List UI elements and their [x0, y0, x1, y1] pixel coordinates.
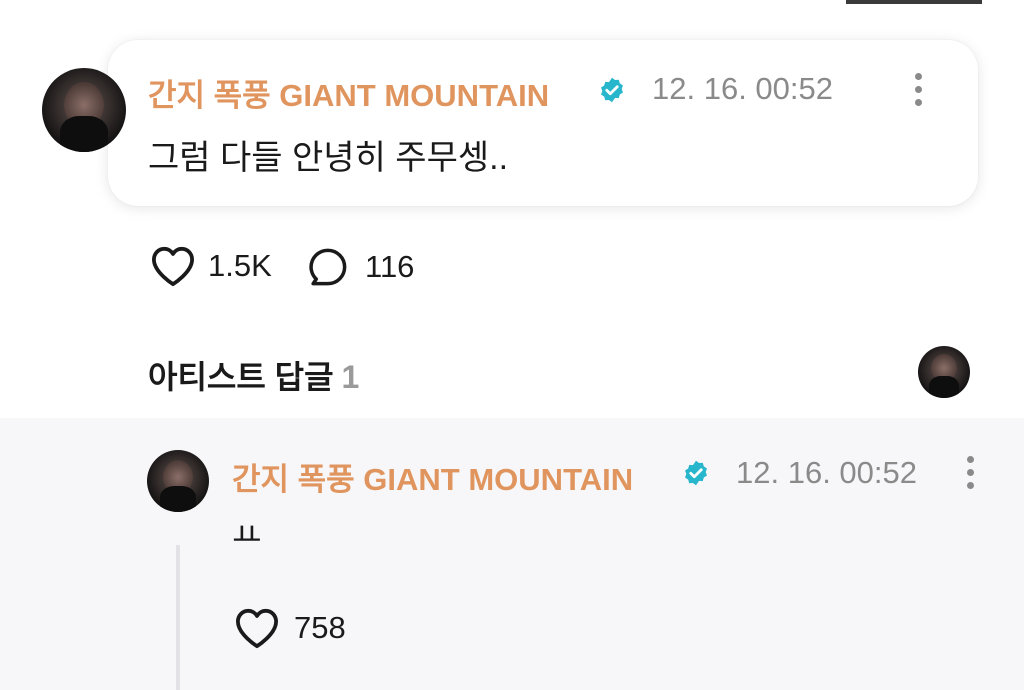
reply-text: ㅛ — [232, 517, 262, 553]
post-text: 그럼 다들 안녕히 주무셍.. — [148, 139, 509, 177]
post-like-count: 1.5K — [208, 248, 272, 283]
post-timestamp: 12. 16. 00:52 — [652, 71, 833, 106]
top-divider — [846, 0, 982, 4]
heart-icon — [236, 608, 279, 649]
verified-badge-icon — [601, 77, 623, 103]
post-author-avatar[interactable] — [42, 68, 126, 152]
artist-replies-label: 아티스트 답글 — [148, 359, 334, 395]
post-comment-count: 116 — [365, 249, 415, 284]
heart-icon — [152, 246, 194, 287]
comment-bubble-icon — [309, 248, 347, 286]
artist-avatar[interactable] — [918, 346, 970, 398]
verified-badge-icon — [685, 460, 707, 486]
artist-replies-title: 아티스트 답글 1 — [148, 352, 359, 398]
reply-like-button[interactable]: 758 — [234, 607, 346, 649]
post-like-button[interactable]: 1.5K — [150, 245, 272, 287]
thread-line — [176, 545, 180, 690]
post-bubble — [108, 40, 978, 206]
post-author-name[interactable]: 간지 폭풍 GIANT MOUNTAIN — [148, 70, 549, 115]
artist-replies-count: 1 — [341, 359, 360, 395]
post-comment-button[interactable]: 116 — [307, 246, 414, 288]
reply-author-name[interactable]: 간지 폭풍 GIANT MOUNTAIN — [232, 454, 633, 499]
more-options-icon[interactable] — [965, 456, 975, 489]
reply-like-count: 758 — [294, 610, 346, 645]
reply-author-avatar[interactable] — [147, 450, 209, 512]
more-options-icon[interactable] — [913, 73, 923, 106]
reply-timestamp: 12. 16. 00:52 — [736, 455, 917, 490]
